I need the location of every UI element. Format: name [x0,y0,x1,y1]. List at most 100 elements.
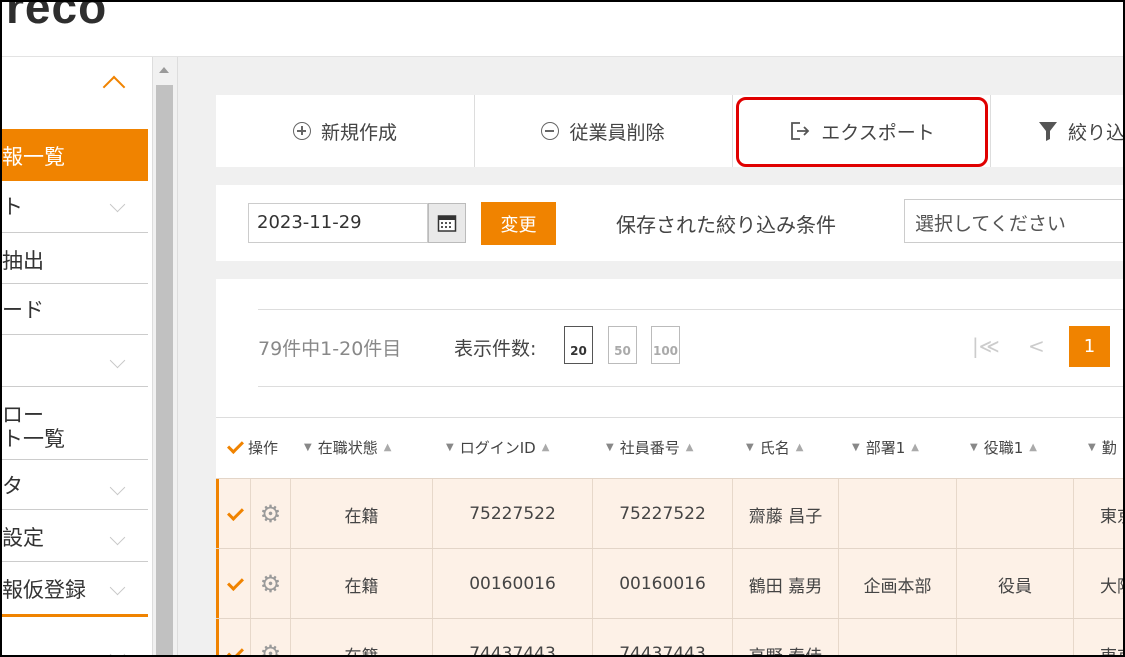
select-all-checkbox[interactable] [226,438,244,456]
sidebar-item-7[interactable]: タ [2,460,148,510]
cell-login-id: 00160016 [433,549,593,619]
row-checkbox-cell[interactable] [219,619,251,655]
per-page-label: 表示件数: [454,338,537,360]
sidebar-item-employee-list[interactable]: 報一覧 [2,129,148,181]
sort-desc-icon[interactable]: ▼ [304,442,312,453]
current-page-button[interactable]: 1 [1069,326,1110,367]
sidebar-item-6[interactable]: ロー ト一覧 [2,387,148,460]
action-toolbar: 新規作成 従業員削除 エクスポート 絞り込 [216,95,1123,167]
sidebar-item-label: タ [2,474,23,498]
per-page-20-button[interactable]: 20 [564,326,593,364]
sidebar-item-9[interactable]: 報仮登録 [2,562,148,617]
saved-filter-label: 保存された絞り込み条件 [616,213,836,237]
cell-location: 東京 [1100,646,1123,657]
cell-position: 役員 [957,549,1074,619]
delete-employee-button[interactable]: 従業員削除 [474,95,733,167]
new-button[interactable]: 新規作成 [216,95,475,167]
gear-icon[interactable]: ⚙ [260,570,282,598]
per-page-50-button[interactable]: 50 [608,326,637,364]
cell-dept [839,619,957,655]
app-logo: reco [6,0,108,33]
prev-page-button[interactable]: < [1028,334,1045,358]
sort-desc-icon[interactable]: ▼ [606,442,614,453]
saved-filter-select[interactable]: 選択してください [904,199,1123,243]
header-col-location[interactable]: ▼ 勤 [1088,418,1117,476]
header-label: 役職1 [983,438,1024,457]
funnel-icon [1039,122,1057,141]
cell-login-id: 74437443 [433,619,593,655]
sort-desc-icon[interactable]: ▼ [970,442,978,453]
scroll-thumb[interactable] [156,85,173,655]
filter-button[interactable]: 絞り込 [990,95,1123,167]
row-gear-cell[interactable]: ⚙ [251,479,291,549]
sort-asc-icon[interactable]: ▲ [384,442,392,453]
cell-name[interactable]: 齋藤 昌子 [733,479,839,549]
cell-login-id: 75227522 [433,479,593,549]
row-checkbox-cell[interactable] [219,479,251,549]
sidebar: 報一覧 ト 抽出 ード ロー ト一覧 タ 設定 報仮登録 [2,57,150,655]
scroll-up-arrow-icon[interactable] [159,67,169,73]
sidebar-item-10[interactable] [2,625,148,655]
table-row[interactable]: ⚙ 在籍 74437443 74437443 高野 春佳 東京 [216,618,1123,657]
row-checkbox[interactable] [226,645,244,655]
sidebar-section-header[interactable] [2,57,150,127]
chevron-down-icon [109,196,126,213]
sort-asc-icon[interactable]: ▲ [796,442,804,453]
export-highlight-annotation [736,97,988,167]
table-row[interactable]: ⚙ 在籍 00160016 00160016 鶴田 嘉男 企画本部 役員 大阪 [216,548,1123,619]
header-label: 操作 [248,438,279,457]
cell-name[interactable]: 鶴田 嘉男 [733,549,839,619]
calendar-button[interactable] [428,203,466,243]
cell-name[interactable]: 高野 春佳 [733,619,839,655]
table-row[interactable]: ⚙ 在籍 75227522 75227522 齋藤 昌子 東京 [216,478,1123,549]
cell-dept [839,479,957,549]
calendar-icon [437,215,457,232]
header-col-actions[interactable]: 操作 [226,418,278,476]
chevron-down-icon [109,352,126,369]
chevron-down-icon [109,479,126,496]
gear-icon[interactable]: ⚙ [260,500,282,528]
cell-location: 大阪 [1100,576,1123,597]
header-col-employee-no[interactable]: ▼ 社員番号 ▲ [606,418,693,476]
row-checkbox[interactable] [226,575,244,593]
row-gear-cell[interactable]: ⚙ [251,619,291,655]
header-label: 勤 [1101,438,1117,457]
header-label: 氏名 [759,438,790,457]
sidebar-scrollbar[interactable] [152,57,178,655]
new-button-label: 新規作成 [320,121,397,144]
table-header: 操作 ▼ 在職状態 ▲ ▼ ログインID ▲ ▼ 社員番号 ▲ ▼ 氏名 ▲ ▼… [216,417,1123,476]
row-checkbox[interactable] [226,505,244,523]
header-col-status[interactable]: ▼ 在職状態 ▲ [304,418,391,476]
first-page-button[interactable]: |≪ [972,334,1000,358]
sidebar-item-5[interactable] [2,335,148,387]
row-checkbox-cell[interactable] [219,549,251,619]
header-col-login-id[interactable]: ▼ ログインID ▲ [446,418,549,476]
chevron-up-icon[interactable] [102,75,126,99]
sort-asc-icon[interactable]: ▲ [686,442,694,453]
sidebar-item-2[interactable]: ト [2,181,148,233]
filter-bar: 2023-11-29 変更 保存された絞り込み条件 選択してください [216,185,1123,261]
sort-desc-icon[interactable]: ▼ [446,442,454,453]
sort-asc-icon[interactable]: ▲ [911,442,919,453]
header-col-name[interactable]: ▼ 氏名 ▲ [746,418,803,476]
header-col-position[interactable]: ▼ 役職1 ▲ [970,418,1037,476]
sidebar-item-4[interactable]: ード [2,284,148,335]
date-input[interactable]: 2023-11-29 [248,203,428,243]
sort-desc-icon[interactable]: ▼ [1088,442,1096,453]
sidebar-item-label: 報一覧 [2,145,65,169]
header-label: 部署1 [865,438,906,457]
row-gear-cell[interactable]: ⚙ [251,549,291,619]
sidebar-item-8[interactable]: 設定 [2,510,148,562]
per-page-100-button[interactable]: 100 [651,326,680,364]
change-button[interactable]: 変更 [481,202,556,245]
gear-icon[interactable]: ⚙ [260,640,282,655]
sort-asc-icon[interactable]: ▲ [1029,442,1037,453]
chevron-down-icon [109,646,126,655]
sort-desc-icon[interactable]: ▼ [852,442,860,453]
sort-asc-icon[interactable]: ▲ [542,442,550,453]
header-col-dept[interactable]: ▼ 部署1 ▲ [852,418,919,476]
sort-desc-icon[interactable]: ▼ [746,442,754,453]
sidebar-item-3[interactable]: 抽出 [2,233,148,284]
sidebar-item-label: ード [2,298,44,322]
cell-status: 在籍 [291,619,433,655]
